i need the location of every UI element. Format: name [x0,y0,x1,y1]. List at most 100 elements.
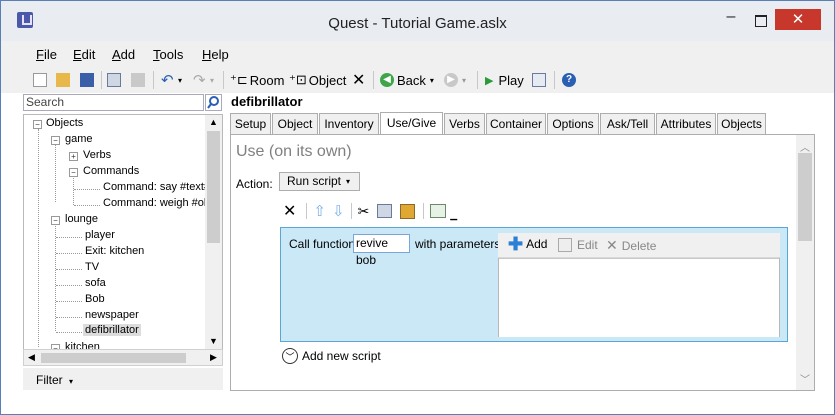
code-view-icon[interactable] [430,204,447,218]
function-name-input[interactable]: revive bob [353,234,410,267]
move-down-icon[interactable]: ⇩ [332,202,345,220]
tree-node-newspaper[interactable]: newspaper [85,309,139,321]
menu-edit[interactable]: Edit [73,47,95,62]
tab-use-give[interactable]: Use/Give [380,112,443,134]
tab-ask-tell[interactable]: Ask/Tell [600,113,655,134]
overflow-icon[interactable]: ▁ [450,210,457,221]
tree-line [56,237,82,238]
paste-icon[interactable] [400,203,416,219]
param-delete-button[interactable]: ✕ Delete [606,237,656,254]
move-up-icon[interactable]: ⇧ [313,202,326,220]
paste-icon[interactable] [131,70,145,90]
collapse-game-icon[interactable]: − [51,136,60,145]
scroll-up-icon[interactable]: ▲ [209,117,218,127]
add-room-button[interactable]: ⁺⊏ Room [230,70,284,90]
menu-file[interactable]: File [36,47,57,62]
add-object-button[interactable]: ⁺⊡ Object [289,70,346,90]
scroll-right-icon[interactable]: ▶ [210,352,217,363]
scroll-down-icon[interactable]: ▼ [209,336,218,346]
tree-line [38,129,39,347]
copy-icon[interactable] [107,70,121,90]
play-button[interactable]: ▶ Play [485,70,524,90]
expand-verbs-icon[interactable]: + [69,152,78,161]
tree-node-command-say[interactable]: Command: say #text# [103,181,210,193]
menu-add[interactable]: Add [112,47,135,62]
collapse-objects-icon[interactable]: − [33,120,42,129]
tree-node-game[interactable]: game [65,133,93,145]
chevron-down-icon: ▾ [346,177,351,186]
scroll-left-icon[interactable]: ◀ [28,352,35,363]
tab-attributes[interactable]: Attributes [656,113,716,134]
tree-node-tv[interactable]: TV [85,261,99,273]
tab-inventory[interactable]: Inventory [319,113,379,134]
collapse-commands-icon[interactable]: − [69,168,78,177]
param-edit-button[interactable]: Edit [558,238,598,252]
forward-arrow-icon: ▶ [444,73,458,87]
menu-help[interactable]: Help [202,47,229,62]
tab-objects[interactable]: Objects [717,113,766,134]
action-select[interactable]: Run script ▾ [279,172,360,191]
redo-dropdown-icon[interactable]: ▾ [210,70,214,90]
panel-vertical-scroll-thumb[interactable] [798,153,812,241]
back-dropdown-icon: ▾ [429,75,434,85]
tree-line [55,226,56,331]
code-view-icon[interactable] [532,70,546,90]
tree-vertical-scroll-thumb[interactable] [207,131,220,243]
undo-icon[interactable]: ↶ [161,70,174,90]
tree-node-lounge[interactable]: lounge [65,213,98,225]
tab-container[interactable]: Container [486,113,546,134]
tree-node-objects[interactable]: Objects [46,117,83,129]
add-new-script-button[interactable]: ﹀ Add new script [282,348,381,364]
action-label: Action: [236,177,273,191]
toolbar-separator [423,203,425,219]
toolbar-separator [554,71,555,89]
menu-tools[interactable]: Tools [153,47,183,62]
main-toolbar: ↶ ▾ ↷ ▾ ⁺⊏ Room ⁺⊡ Object ✕ ◀ Back ▾ ▶ ▾… [1,67,834,93]
tree-node-sofa[interactable]: sofa [85,277,106,289]
filter-label: Filter [36,373,63,387]
tab-setup[interactable]: Setup [230,113,271,134]
tab-verbs[interactable]: Verbs [444,113,485,134]
tree-node-verbs[interactable]: Verbs [83,149,111,161]
copy-icon[interactable] [377,204,393,218]
add-object-icon: ⁺⊡ [289,72,307,87]
search-input[interactable]: Search [23,94,204,111]
tree-node-player[interactable]: player [85,229,115,241]
tab-object[interactable]: Object [272,113,318,134]
delete-script-icon[interactable]: ✕ [283,201,296,221]
collapse-lounge-icon[interactable]: − [51,216,60,225]
tab-options[interactable]: Options [547,113,599,134]
open-folder-icon[interactable] [56,70,70,90]
play-icon: ▶ [485,74,494,87]
save-icon[interactable] [80,70,94,90]
tree-node-defibrillator[interactable]: defibrillator [83,324,141,336]
delete-icon[interactable]: ✕ [352,70,365,90]
section-title: Use (on its own) [236,143,352,160]
tree-horizontal-scroll-thumb[interactable] [41,353,186,363]
tree-node-exit-kitchen[interactable]: Exit: kitchen [85,245,144,257]
back-button[interactable]: ◀ Back ▾ [380,70,434,90]
help-icon[interactable]: ? [562,70,576,90]
search-icon[interactable] [205,94,222,111]
title-bar: Quest - Tutorial Game.aslx ‒ ✕ [1,1,834,41]
forward-button[interactable]: ▶ ▾ [444,70,466,90]
undo-dropdown-icon[interactable]: ▾ [178,70,182,90]
tree-node-commands[interactable]: Commands [83,165,139,177]
parameters-list[interactable] [499,258,779,337]
cut-icon[interactable]: ✂ [358,203,370,220]
back-arrow-icon: ◀ [380,73,394,87]
maximize-button[interactable] [749,9,773,31]
chevron-down-icon: ﹀ [282,348,298,364]
menu-bar: File Edit Add Tools Help [1,41,834,67]
parameters-toolbar: ✚ Add Edit ✕ Delete [498,233,780,258]
chevron-down-icon: ▾ [69,377,74,386]
minimize-button[interactable]: ‒ [719,9,743,31]
param-add-button[interactable]: ✚ Add [508,235,547,253]
new-file-icon[interactable] [33,70,47,90]
tree-node-bob[interactable]: Bob [85,293,105,305]
scroll-up-icon[interactable]: ︿ [800,139,810,154]
filter-dropdown[interactable]: Filter ▾ [36,373,73,387]
close-button[interactable]: ✕ [775,9,821,30]
redo-icon[interactable]: ↷ [193,70,206,90]
scroll-down-icon[interactable]: ﹀ [800,371,810,386]
